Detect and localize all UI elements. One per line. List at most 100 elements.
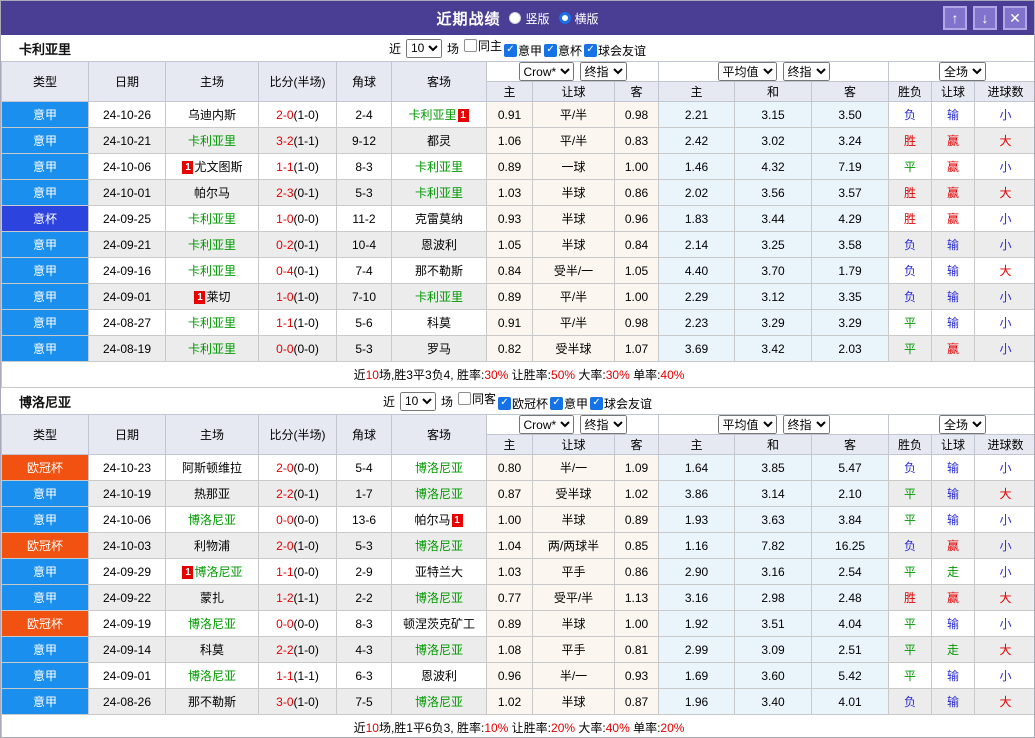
avg-company-select[interactable]: 平均值	[717, 62, 777, 81]
fulltime-score: 1-1	[276, 564, 294, 579]
corner-count: 5-3	[336, 532, 392, 559]
avg-home: 2.42	[658, 127, 736, 154]
result-goals: 小	[974, 610, 1034, 637]
avg-time-select[interactable]: 终指	[782, 62, 830, 81]
halftime-score: (1-0)	[293, 642, 319, 657]
filter-checkbox-2[interactable]: 意杯	[544, 42, 582, 59]
checkbox-checked-icon[interactable]	[498, 396, 511, 410]
team-link: 博洛尼亚	[187, 513, 236, 527]
avg-draw: 3.85	[734, 454, 813, 481]
odds-company-select[interactable]: Crow*	[518, 62, 574, 81]
filter-checkbox-1[interactable]: 意甲	[504, 42, 542, 59]
filter-checkbox-2[interactable]: 意甲	[550, 395, 588, 412]
avg-away: 3.29	[811, 309, 890, 336]
halftime-score: (0-0)	[293, 211, 319, 226]
halftime-score: (0-1)	[293, 486, 319, 501]
match-type-badge: 意杯	[1, 205, 89, 232]
filter-checkbox-0[interactable]: 同主	[463, 37, 502, 54]
summary-value: 50%	[551, 368, 576, 382]
result-goals: 大	[974, 257, 1034, 284]
fulltime-score: 2-3	[276, 185, 294, 200]
odds-away: 0.86	[613, 179, 660, 206]
period-count-select[interactable]: 10	[399, 391, 436, 411]
checkbox-unchecked-icon[interactable]	[457, 392, 471, 406]
result-winlose: 平	[888, 335, 933, 362]
summary-value: 20%	[660, 721, 685, 735]
avg-away: 4.01	[811, 688, 890, 715]
away-team-cell: 博洛尼亚	[391, 584, 487, 611]
home-team-cell: 卡利亚里	[165, 309, 259, 336]
team-link: 卡利亚里	[187, 238, 236, 252]
radio-horizontal-layout[interactable]: 横版	[558, 10, 599, 27]
checkbox-label: 意杯	[558, 43, 583, 58]
fulltime-score: 1-0	[276, 211, 294, 226]
match-type-badge: 意甲	[1, 257, 89, 284]
odds-company-select[interactable]: Crow*	[518, 415, 574, 434]
checkbox-checked-icon[interactable]	[504, 43, 517, 57]
result-goals: 小	[974, 309, 1034, 336]
match-type-badge: 欧冠杯	[1, 454, 89, 481]
corner-count: 10-4	[336, 231, 392, 258]
close-button[interactable]: ✕	[1003, 6, 1027, 30]
fulltime-score: 1-2	[276, 590, 294, 605]
checkbox-unchecked-icon[interactable]	[463, 39, 477, 53]
subcol-goals-result: 进球数	[974, 81, 1034, 102]
scroll-down-button[interactable]: ↓	[973, 6, 997, 30]
away-team-cell: 博洛尼亚	[391, 454, 487, 481]
avg-home: 3.86	[658, 480, 736, 507]
corner-count: 9-12	[336, 127, 392, 154]
home-team-cell: 科莫	[165, 636, 259, 663]
avg-away: 7.19	[811, 153, 890, 180]
team-link: 克雷莫纳	[414, 212, 463, 226]
odds-away: 1.00	[613, 610, 660, 637]
period-count-select[interactable]: 10	[405, 38, 442, 58]
result-handicap: 赢	[931, 179, 976, 206]
halftime-score: (1-1)	[293, 133, 319, 148]
subcol-odds-handicap: 让球	[532, 434, 615, 455]
scroll-up-button[interactable]: ↑	[943, 6, 967, 30]
score-cell: 1-1(1-1)	[258, 662, 337, 689]
checkbox-checked-icon[interactable]	[550, 396, 564, 410]
checkbox-checked-icon[interactable]	[544, 43, 558, 57]
filter-checkbox-3[interactable]: 球会友谊	[584, 42, 646, 59]
summary-label: 场,胜1平6负3, 胜率:	[378, 721, 485, 735]
halftime-score: (1-0)	[293, 315, 319, 330]
odds-handicap: 平手	[532, 558, 615, 585]
filter-checkbox-3[interactable]: 球会友谊	[590, 395, 652, 412]
radio-circle-icon[interactable]	[558, 12, 571, 24]
avg-draw: 3.14	[734, 480, 813, 507]
avg-draw: 3.25	[734, 231, 813, 258]
odds-time-select[interactable]: 终指	[579, 415, 627, 434]
avg-away: 2.48	[811, 584, 890, 611]
match-row: 意甲 24-09-21 卡利亚里 0-2(0-1) 10-4 恩波利 1.05 半球 0.84 2…	[1, 231, 1034, 258]
avg-company-select[interactable]: 平均值	[717, 415, 777, 434]
avg-away: 2.51	[811, 636, 890, 663]
match-date: 24-10-21	[88, 127, 166, 154]
subcol-odds-away: 客	[613, 434, 660, 455]
subcol-odds-away: 客	[613, 81, 660, 102]
home-team-cell: 热那亚	[165, 480, 259, 507]
avg-away: 3.35	[811, 283, 890, 310]
away-team-cell: 克雷莫纳	[391, 205, 487, 232]
subcol-handicap-result: 让球	[931, 434, 976, 455]
radio-circle-icon[interactable]	[509, 12, 522, 24]
avg-time-select[interactable]: 终指	[782, 415, 830, 434]
odds-handicap: 半球	[532, 610, 615, 637]
odds-handicap: 半球	[532, 688, 615, 715]
result-handicap: 赢	[931, 532, 976, 559]
odds-time-select[interactable]: 终指	[579, 62, 627, 81]
filter-suffix-label: 场	[440, 394, 453, 409]
window-buttons: ↑ ↓ ✕	[943, 6, 1027, 30]
col-header-date: 日期	[88, 414, 166, 455]
checkbox-checked-icon[interactable]	[584, 43, 598, 57]
checkbox-checked-icon[interactable]	[590, 396, 604, 410]
fullmatch-select[interactable]: 全场	[939, 415, 987, 434]
filter-checkbox-1[interactable]: 欧冠杯	[498, 395, 548, 412]
result-winlose: 平	[888, 610, 933, 637]
odds-home: 0.89	[486, 153, 533, 180]
radio-vertical-layout[interactable]: 竖版	[509, 10, 550, 27]
avg-draw: 3.40	[734, 688, 813, 715]
summary-label: 让胜率:	[508, 721, 552, 735]
filter-checkbox-0[interactable]: 同客	[457, 390, 496, 407]
fullmatch-select[interactable]: 全场	[939, 62, 987, 81]
